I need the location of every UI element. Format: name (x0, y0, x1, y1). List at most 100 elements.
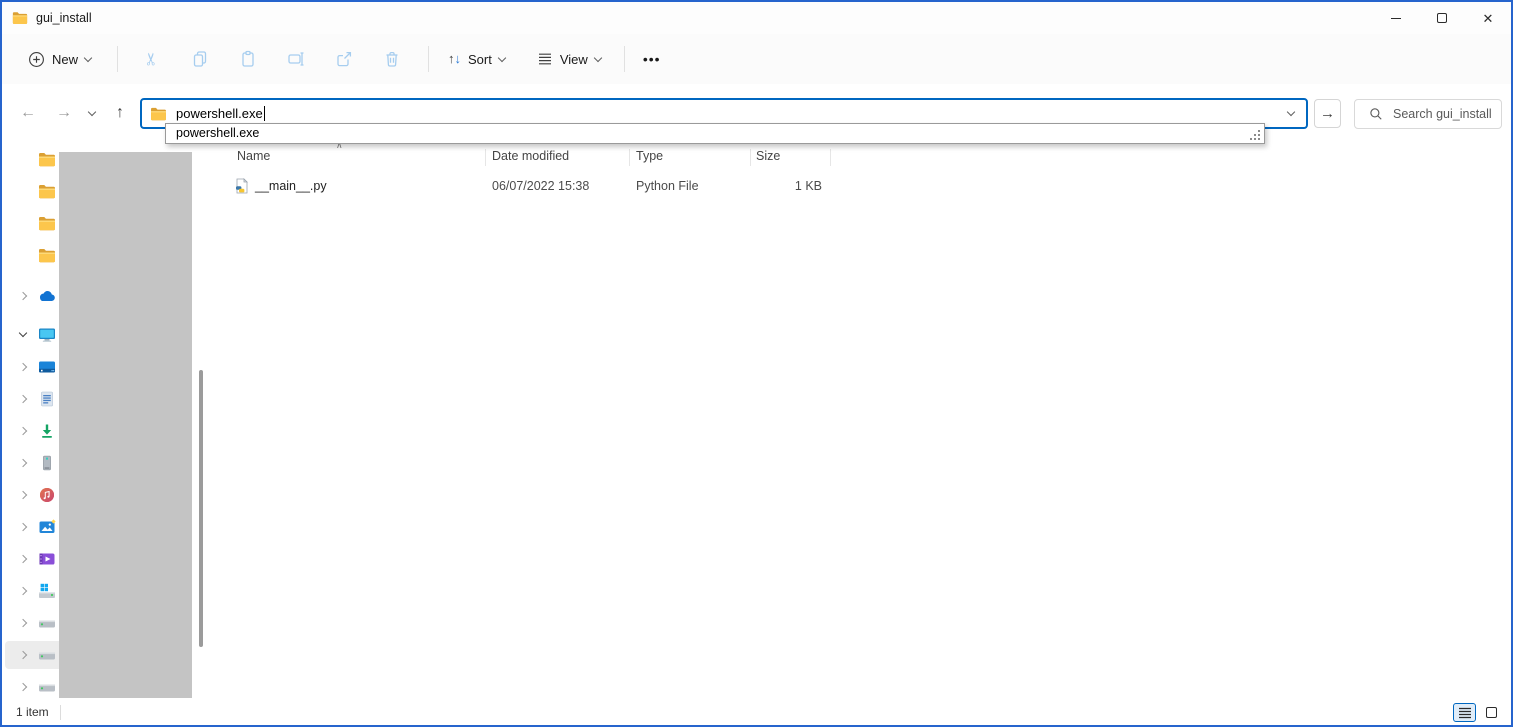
up-button[interactable]: ↑ (106, 98, 134, 128)
minimize-icon (1391, 18, 1401, 19)
divider (60, 705, 61, 720)
chevron-right-icon[interactable] (19, 459, 27, 467)
divider (117, 46, 118, 72)
chevron-right-icon[interactable] (19, 651, 27, 659)
documents-icon (38, 390, 56, 408)
search-box[interactable]: Search gui_install (1354, 99, 1502, 129)
back-icon: ← (20, 104, 36, 122)
downloads-icon (38, 422, 56, 440)
chevron-down-icon[interactable] (19, 329, 27, 337)
folder-icon (12, 11, 28, 25)
chevron-down-icon (88, 107, 96, 115)
chevron-right-icon[interactable] (19, 427, 27, 435)
recent-locations-button[interactable] (82, 98, 102, 128)
window-body: ∧ Name Date modified Type Size __main__.… (2, 141, 1511, 701)
sort-icon: ↑↓ (448, 50, 461, 68)
file-name: __main__.py (255, 179, 327, 193)
column-header-name[interactable]: Name (237, 149, 270, 163)
copy-icon (191, 50, 209, 68)
window-title: gui_install (36, 11, 92, 25)
folder-icon (38, 246, 56, 264)
chevron-down-icon (594, 53, 602, 61)
chevron-right-icon[interactable] (19, 683, 27, 691)
rename-icon (287, 50, 305, 68)
go-arrow-icon: → (1320, 105, 1335, 122)
paste-icon (239, 50, 257, 68)
close-icon: ✕ (1483, 12, 1494, 25)
address-autocomplete-dropdown: powershell.exe (165, 123, 1265, 144)
column-separator[interactable] (629, 149, 630, 166)
redacted-labels-overlay (59, 152, 192, 698)
item-count: 1 item (16, 705, 49, 719)
forward-icon: → (56, 104, 72, 122)
column-header-type[interactable]: Type (636, 149, 663, 163)
this-pc-icon (38, 326, 56, 344)
divider (428, 46, 429, 72)
view-button[interactable]: View (528, 45, 610, 73)
rename-button[interactable] (272, 41, 320, 77)
close-button[interactable]: ✕ (1465, 2, 1511, 34)
chevron-down-icon (84, 53, 92, 61)
drive-icon (38, 614, 56, 632)
column-header-size[interactable]: Size (756, 149, 780, 163)
music-icon (38, 486, 56, 504)
plus-circle-icon (28, 51, 45, 68)
chevron-right-icon[interactable] (19, 395, 27, 403)
onedrive-icon (38, 287, 56, 305)
address-dropdown-chevron-icon[interactable] (1287, 108, 1295, 116)
column-headers: ∧ Name Date modified Type Size (210, 146, 1511, 170)
autocomplete-suggestion[interactable]: powershell.exe (166, 124, 1264, 143)
windows-drive-icon (38, 582, 56, 600)
more-button[interactable]: ••• (633, 47, 671, 71)
go-button[interactable]: → (1314, 99, 1341, 128)
ellipsis-icon: ••• (643, 51, 661, 67)
share-button[interactable] (320, 41, 368, 77)
text-cursor (264, 106, 265, 121)
column-separator[interactable] (485, 149, 486, 166)
column-separator[interactable] (830, 149, 831, 166)
folder-icon (38, 214, 56, 232)
share-icon (335, 50, 353, 68)
back-button[interactable]: ← (14, 98, 42, 128)
command-bar: New ✂ ↑↓ Sort (2, 34, 1511, 84)
address-input[interactable]: powershell.exe (176, 106, 263, 121)
forward-button[interactable]: → (50, 98, 78, 128)
chevron-right-icon[interactable] (19, 491, 27, 499)
delete-button[interactable] (368, 41, 416, 77)
divider (624, 46, 625, 72)
large-icons-view-button[interactable] (1480, 703, 1503, 722)
search-icon (1369, 107, 1383, 121)
details-view-icon (1458, 707, 1472, 719)
chevron-right-icon[interactable] (19, 363, 27, 371)
status-bar: 1 item (2, 701, 1511, 725)
copy-button[interactable] (176, 41, 224, 77)
resize-grip-icon[interactable] (1250, 130, 1261, 141)
chevron-right-icon[interactable] (19, 292, 27, 300)
sort-button[interactable]: ↑↓ Sort (439, 44, 514, 74)
file-date-modified: 06/07/2022 15:38 (492, 179, 589, 193)
cut-button[interactable]: ✂ (128, 41, 176, 77)
chevron-right-icon[interactable] (19, 587, 27, 595)
pictures-icon (38, 518, 56, 536)
chevron-right-icon[interactable] (19, 555, 27, 563)
chevron-right-icon[interactable] (19, 619, 27, 627)
python-file-icon (234, 178, 250, 197)
title-bar: gui_install ✕ (2, 2, 1511, 34)
file-row[interactable]: __main__.py 06/07/2022 15:38 Python File… (210, 175, 1511, 199)
maximize-button[interactable] (1419, 2, 1465, 34)
videos-icon (38, 550, 56, 568)
paste-button[interactable] (224, 41, 272, 77)
sort-label: Sort (468, 52, 492, 67)
search-placeholder: Search gui_install (1393, 107, 1492, 121)
column-separator[interactable] (750, 149, 751, 166)
details-view-button[interactable] (1453, 703, 1476, 722)
column-header-date-modified[interactable]: Date modified (492, 149, 569, 163)
up-icon: ↑ (116, 104, 124, 122)
chevron-right-icon[interactable] (19, 523, 27, 531)
sidebar-scrollbar-thumb[interactable] (199, 370, 203, 647)
drive-icon (38, 678, 56, 696)
new-button[interactable]: New (20, 45, 99, 74)
minimize-button[interactable] (1373, 2, 1419, 34)
view-icon (537, 51, 553, 67)
file-type: Python File (636, 179, 699, 193)
